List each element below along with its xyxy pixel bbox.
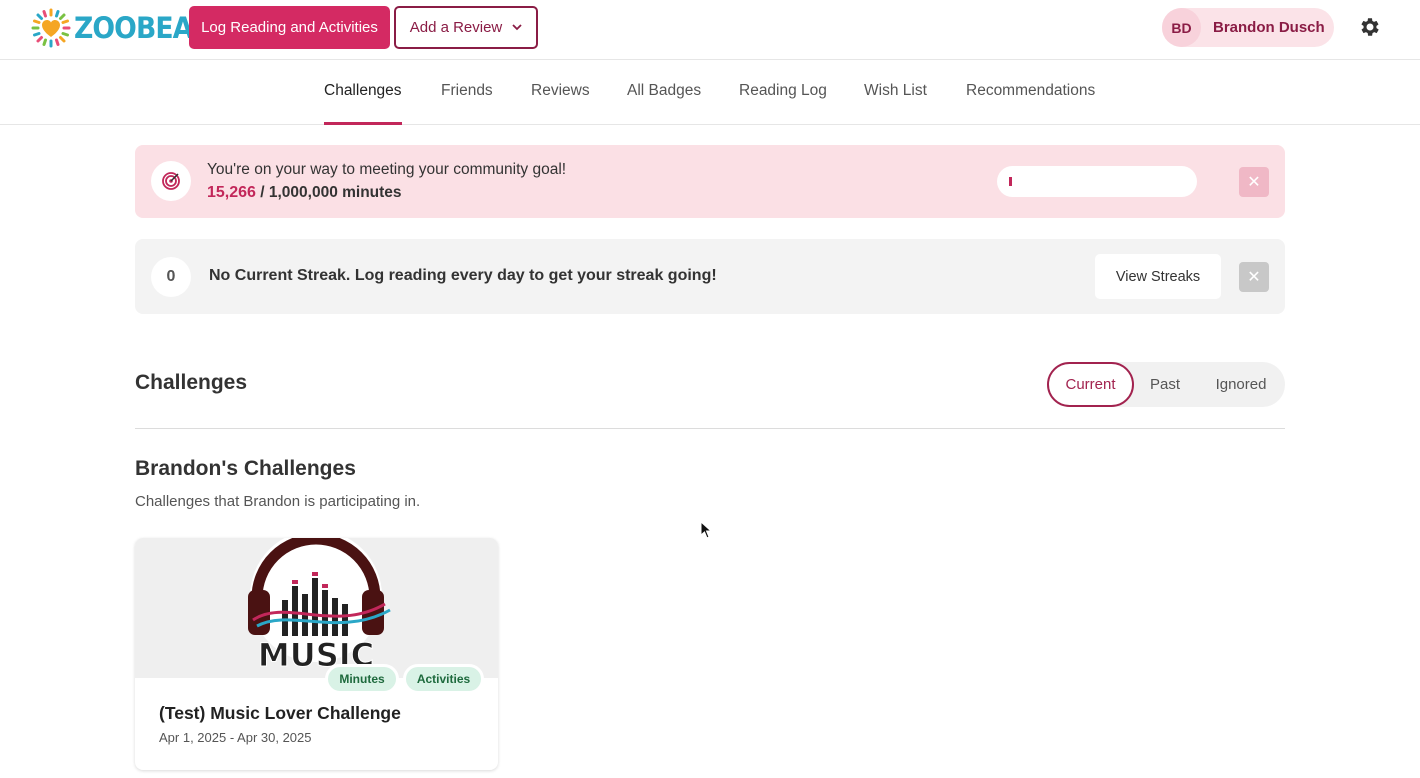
- filter-ignored[interactable]: Ignored: [1207, 362, 1275, 407]
- filter-current[interactable]: Current: [1047, 362, 1134, 407]
- tag-minutes: Minutes: [325, 664, 399, 694]
- community-goal-banner: You're on your way to meeting your commu…: [135, 145, 1285, 218]
- tab-recommendations[interactable]: Recommendations: [966, 82, 1095, 124]
- heart-sun-icon: [31, 8, 71, 48]
- tab-friends[interactable]: Friends: [441, 82, 493, 124]
- page-title: Challenges: [135, 371, 248, 394]
- challenge-image: MUSIC: [135, 538, 498, 678]
- tab-challenges[interactable]: Challenges: [324, 82, 402, 125]
- section-description: Challenges that Brandon is participating…: [135, 493, 421, 510]
- tab-reading-log[interactable]: Reading Log: [739, 82, 827, 124]
- tab-reviews[interactable]: Reviews: [531, 82, 590, 124]
- main-nav: Challenges Friends Reviews All Badges Re…: [0, 60, 1420, 125]
- chevron-down-icon: [512, 22, 522, 34]
- divider: [135, 428, 1285, 429]
- user-name: Brandon Dusch: [1213, 19, 1325, 36]
- challenge-filter: Current Past Ignored: [1047, 362, 1285, 407]
- add-review-button[interactable]: Add a Review: [394, 6, 538, 49]
- tag-activities: Activities: [403, 664, 484, 694]
- add-review-label: Add a Review: [409, 19, 503, 36]
- challenge-dates: Apr 1, 2025 - Apr 30, 2025: [159, 730, 312, 745]
- top-header: ZOOBEAN Log Reading and Activities Add a…: [0, 0, 1420, 60]
- goal-progress-bar: [997, 166, 1197, 197]
- challenge-title[interactable]: (Test) Music Lover Challenge: [159, 703, 401, 724]
- target-icon: [151, 161, 191, 201]
- challenge-card[interactable]: MUSIC Minutes Activities (Test) Music Lo…: [135, 538, 498, 770]
- user-menu[interactable]: BD Brandon Dusch: [1162, 8, 1334, 47]
- streak-banner: 0 No Current Streak. Log reading every d…: [135, 239, 1285, 314]
- goal-progress-text: 15,266 / 1,000,000 minutes: [207, 184, 402, 202]
- goal-progress-fill: [1009, 177, 1012, 186]
- log-reading-button[interactable]: Log Reading and Activities: [189, 6, 390, 49]
- mouse-cursor-icon: [700, 521, 712, 539]
- goal-message: You're on your way to meeting your commu…: [207, 161, 567, 178]
- goal-current: 15,266: [207, 184, 256, 201]
- view-streaks-button[interactable]: View Streaks: [1095, 254, 1221, 299]
- tab-wish-list[interactable]: Wish List: [864, 82, 927, 124]
- streak-count-badge: 0: [151, 257, 191, 297]
- tab-all-badges[interactable]: All Badges: [627, 82, 701, 124]
- streak-message: No Current Streak. Log reading every day…: [209, 267, 717, 284]
- filter-past[interactable]: Past: [1139, 362, 1191, 407]
- gear-icon[interactable]: [1358, 15, 1382, 39]
- streak-count: 0: [166, 268, 176, 285]
- close-icon[interactable]: ✕: [1239, 167, 1269, 197]
- avatar: BD: [1162, 8, 1201, 47]
- close-icon[interactable]: ✕: [1239, 262, 1269, 292]
- section-heading: Brandon's Challenges: [135, 457, 356, 480]
- goal-total: / 1,000,000 minutes: [255, 184, 402, 201]
